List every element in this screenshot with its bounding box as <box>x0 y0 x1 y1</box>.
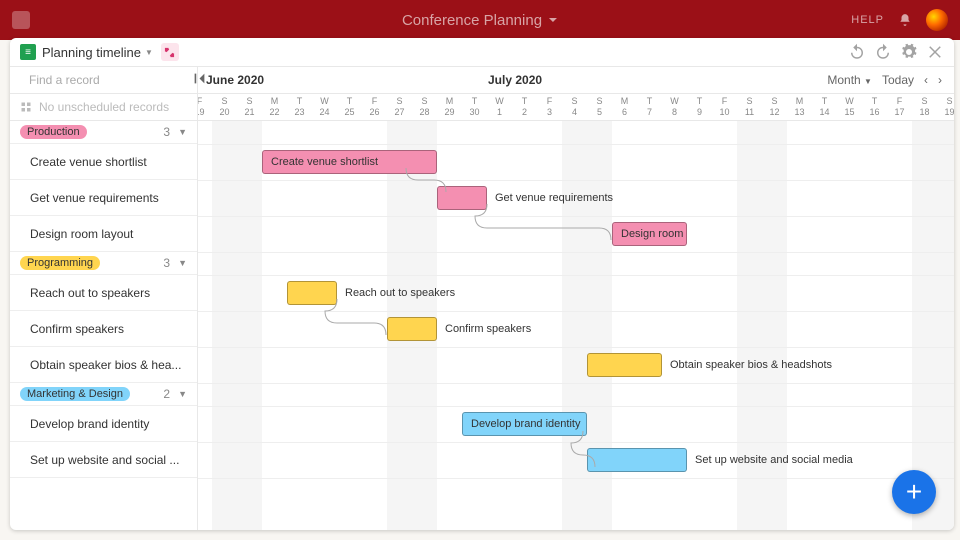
app-header: Conference Planning HELP <box>0 0 960 40</box>
timeline-panel: ≡ Planning timeline ▼ No unscheduled rec… <box>10 38 954 530</box>
task-row[interactable]: Create venue shortlist <box>10 144 197 180</box>
day-column: W1 <box>487 94 512 117</box>
grid-icon <box>20 101 32 113</box>
next-button[interactable]: › <box>938 73 942 87</box>
group-count: 3 <box>163 125 170 139</box>
app-logo[interactable] <box>12 11 30 29</box>
task-row[interactable]: Design room layout <box>10 216 197 252</box>
redo-icon[interactable] <box>874 43 892 61</box>
bar-label: Obtain speaker bios & headshots <box>670 359 832 371</box>
scale-selector[interactable]: Month ▼ <box>827 73 872 87</box>
day-column: F19 <box>198 94 212 117</box>
day-column: S5 <box>587 94 612 117</box>
day-column: M13 <box>787 94 812 117</box>
day-column: W8 <box>662 94 687 117</box>
gear-icon[interactable] <box>900 43 918 61</box>
timeline-grid: Create venue shortlist Get venue require… <box>198 121 954 530</box>
bar-label: Set up website and social media <box>695 454 853 466</box>
group-pill: Marketing & Design <box>20 387 130 401</box>
bar-label: Confirm speakers <box>445 323 531 335</box>
view-caret-icon[interactable]: ▼ <box>145 48 153 57</box>
day-column: T16 <box>862 94 887 117</box>
day-column: S18 <box>912 94 937 117</box>
day-column: W24 <box>312 94 337 117</box>
group-pill: Production <box>20 125 87 139</box>
bar-design-room-layout[interactable]: Design room layout <box>612 222 687 246</box>
no-unscheduled-text: No unscheduled records <box>39 100 169 114</box>
bell-icon[interactable] <box>898 13 912 27</box>
unscheduled-row: No unscheduled records <box>10 94 197 121</box>
task-row[interactable]: Set up website and social ... <box>10 442 197 478</box>
task-row[interactable]: Confirm speakers <box>10 311 197 347</box>
avatar[interactable] <box>926 9 948 31</box>
day-column: S28 <box>412 94 437 117</box>
day-column: T25 <box>337 94 362 117</box>
task-row[interactable]: Reach out to speakers <box>10 275 197 311</box>
day-column: F17 <box>887 94 912 117</box>
group-count: 3 <box>163 256 170 270</box>
expand-button[interactable] <box>161 43 179 61</box>
bar-reach-out-to-speakers[interactable] <box>287 281 337 305</box>
day-column: S11 <box>737 94 762 117</box>
day-column: S27 <box>387 94 412 117</box>
undo-icon[interactable] <box>848 43 866 61</box>
day-column: T2 <box>512 94 537 117</box>
prev-button[interactable]: ‹ <box>924 73 928 87</box>
base-title-text: Conference Planning <box>402 12 542 29</box>
day-column: F10 <box>712 94 737 117</box>
day-column: F3 <box>537 94 562 117</box>
group-count: 2 <box>163 387 170 401</box>
base-title[interactable]: Conference Planning <box>402 12 558 29</box>
bar-develop-brand-identity[interactable]: Develop brand identity <box>462 412 587 436</box>
day-column: T30 <box>462 94 487 117</box>
day-column: T14 <box>812 94 837 117</box>
month-label: July 2020 <box>488 73 542 87</box>
gantt-icon: ≡ <box>20 44 36 60</box>
search-input[interactable] <box>27 72 186 88</box>
group-header-production[interactable]: Production 3 ▼ <box>10 121 197 144</box>
day-column: S12 <box>762 94 787 117</box>
day-column: S19 <box>937 94 954 117</box>
day-column: S21 <box>237 94 262 117</box>
day-column: S20 <box>212 94 237 117</box>
chevron-down-icon: ▼ <box>178 127 187 137</box>
day-column: M22 <box>262 94 287 117</box>
day-header: F19S20S21M22T23W24T25F26S27S28M29T30W1T2… <box>198 94 954 121</box>
sidebar: No unscheduled records Production 3 ▼ Cr… <box>10 67 198 530</box>
chevron-down-icon <box>548 15 558 25</box>
group-header-marketing[interactable]: Marketing & Design 2 ▼ <box>10 383 197 406</box>
group-pill: Programming <box>20 256 100 270</box>
bar-label: Get venue requirements <box>495 192 613 204</box>
bar-speaker-bios[interactable] <box>587 353 662 377</box>
bar-confirm-speakers[interactable] <box>387 317 437 341</box>
add-button[interactable]: + <box>892 470 936 514</box>
bar-create-venue-shortlist[interactable]: Create venue shortlist <box>262 150 437 174</box>
day-column: F26 <box>362 94 387 117</box>
search-row <box>10 67 197 94</box>
group-header-programming[interactable]: Programming 3 ▼ <box>10 252 197 275</box>
view-name[interactable]: Planning timeline <box>42 45 141 60</box>
timeline[interactable]: June 2020 July 2020 Month ▼ Today ‹ › F1… <box>198 67 954 530</box>
day-column: W15 <box>837 94 862 117</box>
task-row[interactable]: Develop brand identity <box>10 406 197 442</box>
panel-header: ≡ Planning timeline ▼ <box>10 38 954 67</box>
day-column: M29 <box>437 94 462 117</box>
bar-label: Reach out to speakers <box>345 287 455 299</box>
month-label: June 2020 <box>206 73 264 87</box>
chevron-down-icon: ▼ <box>178 389 187 399</box>
day-column: M6 <box>612 94 637 117</box>
day-column: S4 <box>562 94 587 117</box>
day-column: T23 <box>287 94 312 117</box>
bar-get-venue-requirements[interactable] <box>437 186 487 210</box>
bar-setup-website[interactable] <box>587 448 687 472</box>
help-link[interactable]: HELP <box>851 14 884 26</box>
day-column: T7 <box>637 94 662 117</box>
task-row[interactable]: Get venue requirements <box>10 180 197 216</box>
today-button[interactable]: Today <box>882 73 914 87</box>
chevron-down-icon: ▼ <box>178 258 187 268</box>
close-icon[interactable] <box>926 43 944 61</box>
day-column: T9 <box>687 94 712 117</box>
task-row[interactable]: Obtain speaker bios & hea... <box>10 347 197 383</box>
